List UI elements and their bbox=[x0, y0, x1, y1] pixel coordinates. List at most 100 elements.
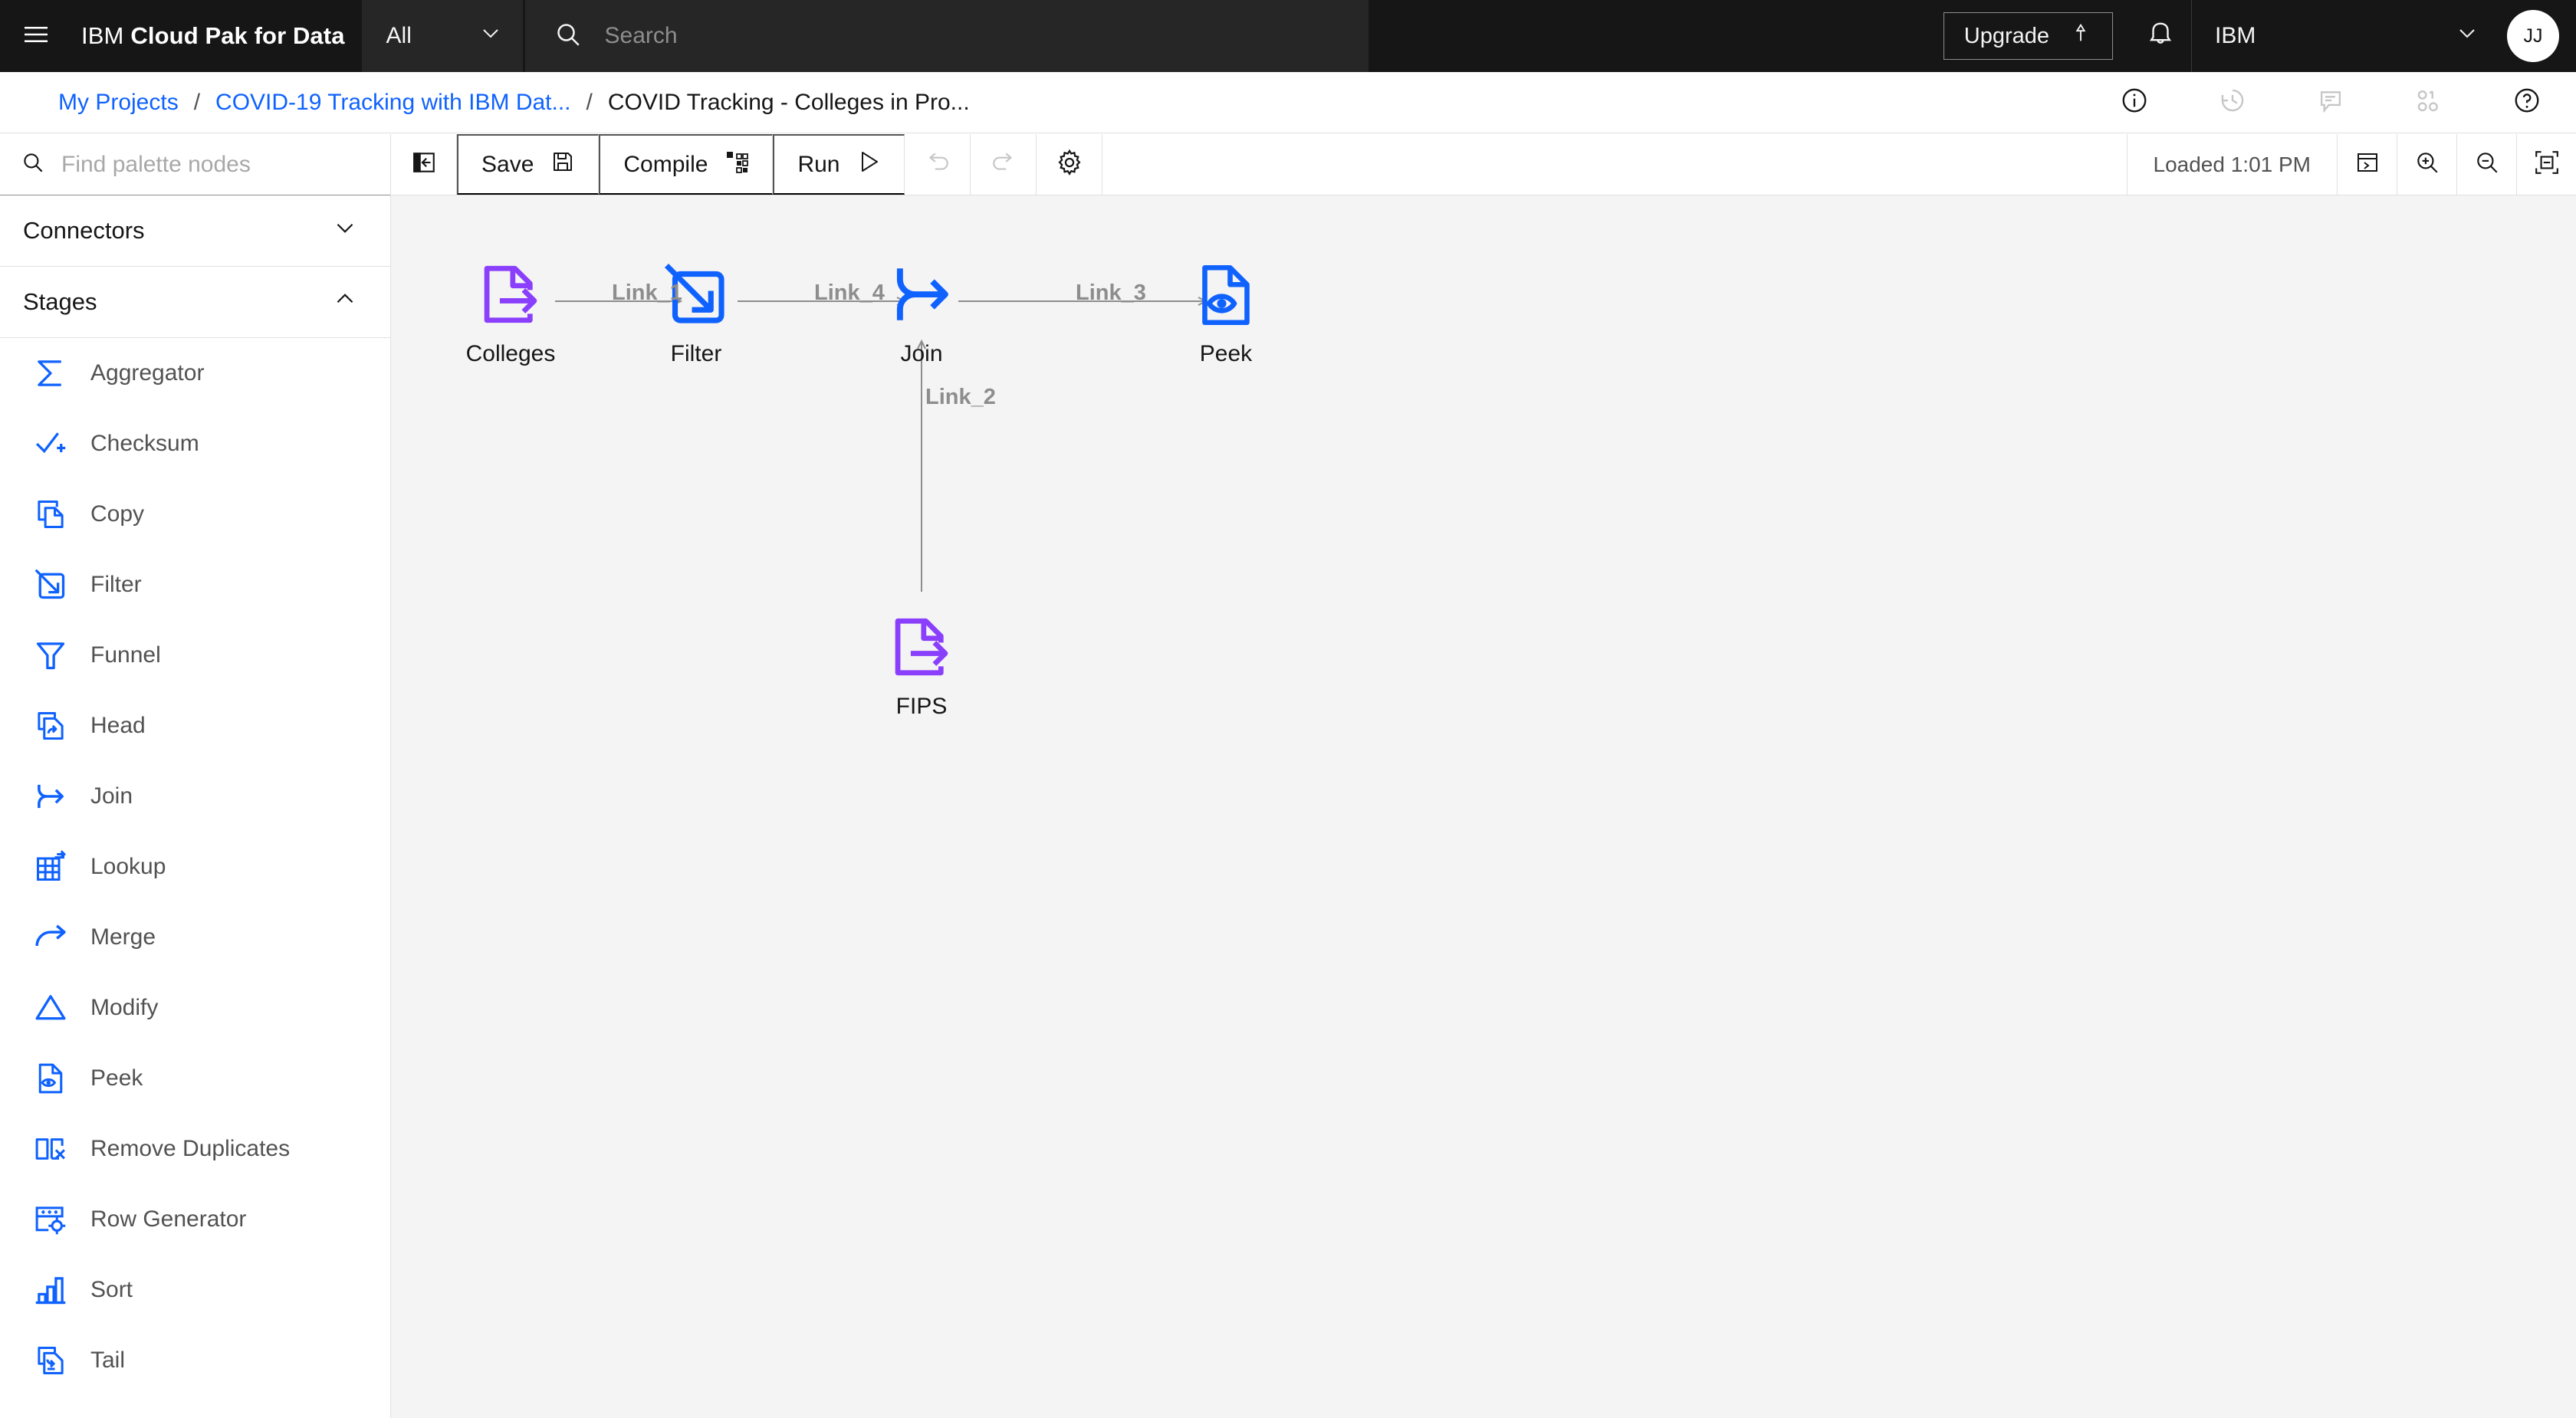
undo-button[interactable] bbox=[905, 134, 971, 195]
palette-item-row-generator[interactable]: Row Generator bbox=[0, 1184, 390, 1255]
palette-search[interactable]: Find palette nodes bbox=[0, 134, 390, 195]
scope-select-value: All bbox=[386, 23, 412, 48]
palette-item-tail[interactable]: Tail bbox=[0, 1325, 390, 1396]
flow-node-colleges[interactable]: Colleges bbox=[434, 249, 587, 367]
history-icon bbox=[2218, 86, 2247, 119]
scope-select[interactable]: All bbox=[361, 0, 523, 72]
chevron-up-icon bbox=[332, 286, 358, 318]
search-input[interactable]: Search bbox=[605, 23, 678, 49]
zoom-out-icon bbox=[2474, 149, 2500, 179]
fit-to-screen-icon bbox=[2534, 149, 2560, 179]
redo-button[interactable] bbox=[971, 134, 1037, 195]
palette-item-sort[interactable]: Sort bbox=[0, 1255, 390, 1325]
notifications-button[interactable] bbox=[2130, 0, 2191, 72]
flow-node-filter[interactable]: Filter bbox=[619, 249, 773, 367]
link-label-link4[interactable]: Link_4 bbox=[814, 281, 885, 306]
flow-canvas[interactable]: Colleges Filter Join Peek FIPS Link_1 Li… bbox=[391, 134, 2576, 1418]
palette-item-checksum[interactable]: Checksum bbox=[0, 409, 390, 479]
redo-icon bbox=[991, 149, 1017, 179]
flow-node-label: Colleges bbox=[465, 341, 556, 366]
run-label: Run bbox=[797, 151, 840, 177]
brand-name: Cloud Pak for Data bbox=[130, 22, 345, 49]
help-button[interactable] bbox=[2478, 72, 2576, 133]
compile-button[interactable]: Compile bbox=[599, 134, 774, 195]
palette-item-merge[interactable]: Merge bbox=[0, 902, 390, 973]
flow-node-join[interactable]: Join bbox=[845, 249, 998, 367]
gear-icon bbox=[1056, 149, 1083, 180]
data-export-icon bbox=[845, 602, 998, 681]
zoom-in-button[interactable] bbox=[2397, 134, 2456, 195]
upgrade-button[interactable]: Upgrade bbox=[1943, 12, 2113, 60]
settings-button[interactable] bbox=[1037, 134, 1103, 195]
palette-item-funnel[interactable]: Funnel bbox=[0, 620, 390, 691]
flow-node-peek[interactable]: Peek bbox=[1149, 249, 1303, 367]
chevron-down-icon bbox=[478, 21, 503, 51]
org-switcher[interactable]: IBM bbox=[2191, 0, 2501, 72]
hamburger-menu-button[interactable] bbox=[0, 0, 72, 72]
save-button[interactable]: Save bbox=[457, 134, 600, 195]
merge-arrow-icon bbox=[32, 919, 69, 956]
palette-item-join[interactable]: Join bbox=[0, 761, 390, 832]
breadcrumb-item-1[interactable]: COVID-19 Tracking with IBM Dat... bbox=[215, 90, 570, 116]
run-button[interactable]: Run bbox=[773, 134, 905, 195]
table-arrow-icon bbox=[32, 849, 69, 885]
palette-section-connectors[interactable]: Connectors bbox=[0, 195, 390, 267]
history-button[interactable] bbox=[2183, 72, 2282, 133]
link-label-link1[interactable]: Link_1 bbox=[612, 281, 682, 306]
chevron-down-icon bbox=[332, 215, 358, 247]
flow-node-label: Join bbox=[900, 341, 943, 366]
fit-to-screen-button[interactable] bbox=[2516, 134, 2576, 195]
save-icon bbox=[550, 149, 575, 180]
palette-item-copy[interactable]: Copy bbox=[0, 479, 390, 550]
breadcrumb-actions bbox=[2085, 72, 2576, 133]
open-panel-icon bbox=[411, 149, 437, 179]
palette-section-stages[interactable]: Stages bbox=[0, 267, 390, 338]
zoom-in-icon bbox=[2414, 149, 2440, 179]
load-status: Loaded 1:01 PM bbox=[2126, 134, 2338, 195]
upgrade-label: Upgrade bbox=[1963, 23, 2049, 48]
flow-node-label: Peek bbox=[1199, 341, 1253, 366]
palette-item-peek[interactable]: Peek bbox=[0, 1043, 390, 1114]
breadcrumb-separator: / bbox=[586, 89, 593, 115]
flow-node-fips[interactable]: FIPS bbox=[845, 602, 998, 720]
palette-item-lookup[interactable]: Lookup bbox=[0, 832, 390, 902]
global-header: IBM Cloud Pak for Data All Search Upgrad… bbox=[0, 0, 2576, 72]
zoom-out-button[interactable] bbox=[2456, 134, 2516, 195]
breadcrumb-item-0[interactable]: My Projects bbox=[58, 90, 179, 116]
palette-item-label: Merge bbox=[90, 924, 156, 950]
flow-node-label: FIPS bbox=[895, 694, 948, 719]
palette-search-input[interactable]: Find palette nodes bbox=[61, 152, 251, 178]
palette-item-modify[interactable]: Modify bbox=[0, 973, 390, 1043]
duplicate-remove-icon bbox=[32, 1131, 69, 1167]
avatar-initials: JJ bbox=[2523, 25, 2543, 47]
data-export-icon bbox=[434, 249, 587, 329]
sigma-icon bbox=[32, 355, 69, 392]
palette-item-filter[interactable]: Filter bbox=[0, 550, 390, 620]
breadcrumb-separator: / bbox=[193, 89, 201, 115]
hamburger-menu-icon bbox=[21, 19, 51, 54]
avatar[interactable]: JJ bbox=[2507, 10, 2559, 62]
breadcrumb-bar: My Projects / COVID-19 Tracking with IBM… bbox=[0, 72, 2576, 133]
comment-button[interactable] bbox=[2282, 72, 2380, 133]
palette-item-aggregator[interactable]: Aggregator bbox=[0, 338, 390, 409]
global-search[interactable]: Search bbox=[524, 0, 1368, 72]
palette-item-head[interactable]: Head bbox=[0, 691, 390, 761]
palette-item-label: Row Generator bbox=[90, 1206, 247, 1232]
flow-toolbar: Save Compile Run Loaded 1:01 PM bbox=[391, 134, 2576, 195]
open-panel-right-icon bbox=[2355, 150, 2380, 179]
toggle-palette-button[interactable] bbox=[391, 134, 457, 195]
palette-item-label: Checksum bbox=[90, 431, 199, 456]
brand-prefix: IBM bbox=[81, 22, 124, 49]
breadcrumb: My Projects / COVID-19 Tracking with IBM… bbox=[0, 90, 970, 116]
link-label-link2[interactable]: Link_2 bbox=[925, 385, 996, 410]
open-notes-panel-button[interactable] bbox=[2337, 134, 2397, 195]
app-title[interactable]: IBM Cloud Pak for Data bbox=[72, 0, 345, 72]
palette-item-label: Lookup bbox=[90, 854, 166, 879]
info-button[interactable] bbox=[2085, 72, 2183, 133]
data-binary-icon bbox=[2414, 86, 2443, 119]
data-binary-button[interactable] bbox=[2380, 72, 2478, 133]
toolbar-right-actions: Loaded 1:01 PM bbox=[2126, 134, 2576, 195]
palette-item-remove-duplicates[interactable]: Remove Duplicates bbox=[0, 1114, 390, 1184]
comment-icon bbox=[2316, 86, 2345, 119]
link-label-link3[interactable]: Link_3 bbox=[1076, 281, 1146, 306]
